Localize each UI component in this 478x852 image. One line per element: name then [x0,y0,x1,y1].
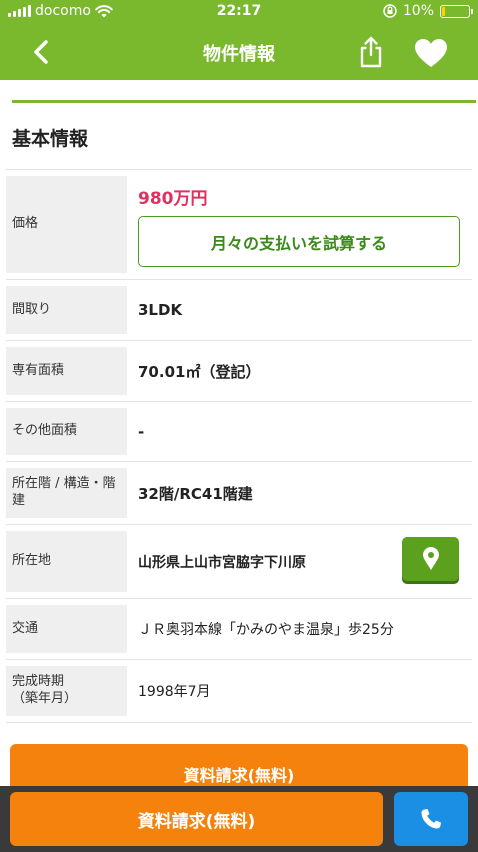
table-row: 専有面積 70.01㎡（登記） [6,341,472,402]
row-value: 32階/RC41階建 [138,484,253,503]
row-value: 山形県上山市宮脇字下川原 [138,554,306,571]
page-title: 物件情報 [203,44,275,65]
table-row: 完成時期 （築年月） 1998年7月 [6,660,472,723]
table-row: 所在地 山形県上山市宮脇字下川原 [6,525,472,599]
table-row: 所在階 / 構造・階建 32階/RC41階建 [6,462,472,525]
row-label: 交通 [6,605,127,653]
row-label: その他面積 [6,408,127,455]
section-title: 基本情報 [12,128,89,150]
orientation-lock-icon [383,4,397,18]
table-row: 間取り 3LDK [6,280,472,341]
row-value: - [138,422,145,441]
row-value: ＪＲ奥羽本線「かみのやま温泉」歩25分 [138,622,394,638]
map-pin-icon [422,547,439,570]
phone-icon [421,809,441,829]
payment-calc-button[interactable]: 月々の支払いを試算する [138,216,460,267]
nav-bar: 物件情報 [0,24,478,80]
share-icon[interactable] [358,36,384,68]
row-value: 3LDK [138,301,183,319]
request-info-sticky-button[interactable]: 資料請求(無料) [10,792,383,846]
table-row: 交通 ＪＲ奥羽本線「かみのやま温泉」歩25分 [6,599,472,660]
row-label: 専有面積 [6,347,127,395]
price-label: 価格 [6,176,127,273]
row-value: 1998年7月 [138,684,211,700]
request-info-label: 資料請求(無料) [183,766,295,785]
map-button[interactable] [402,537,459,581]
row-label: 所在階 / 構造・階建 [6,468,127,518]
row-label: 完成時期 （築年月） [6,666,127,716]
battery-percent: 10% [402,3,434,19]
table-row: その他面積 - [6,402,472,462]
row-label: 所在地 [6,531,127,592]
row-label: 間取り [6,286,127,334]
status-right: 10% [383,3,473,19]
call-button[interactable] [394,792,468,846]
row-value: 70.01㎡（登記） [138,362,261,381]
price-row: 価格 980万円 月々の支払いを試算する [6,170,472,280]
price-value: 980万円 [138,189,208,209]
favorite-heart-icon[interactable] [414,38,448,68]
battery-icon [440,4,473,18]
status-bar: docomo 22:17 10% [0,0,478,24]
divider [12,100,476,103]
